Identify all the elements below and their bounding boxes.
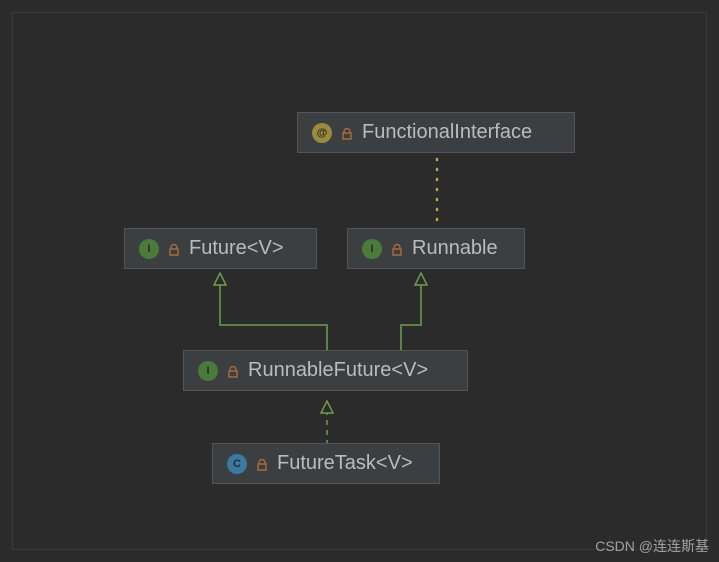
node-functional-interface[interactable]: @ FunctionalInterface [297,112,575,153]
edge-extends-runnable [401,285,421,355]
edge-extends-future [220,285,327,355]
class-icon: C [227,454,247,474]
diagram-canvas: @ FunctionalInterface I Future<V> I Runn… [12,12,707,550]
node-label: FunctionalInterface [362,121,532,144]
lock-icon [255,457,269,471]
node-label: RunnableFuture<V> [248,359,428,382]
node-label: Runnable [412,237,498,260]
node-future-task[interactable]: C FutureTask<V> [212,443,440,484]
interface-icon: I [198,361,218,381]
lock-icon [226,364,240,378]
interface-icon: I [139,239,159,259]
watermark: CSDN @连连斯基 [595,536,709,556]
node-label: FutureTask<V> [277,452,413,475]
node-runnable[interactable]: I Runnable [347,228,525,269]
annotation-icon: @ [312,123,332,143]
node-label: Future<V> [189,237,284,260]
interface-icon: I [362,239,382,259]
lock-icon [390,242,404,256]
node-future[interactable]: I Future<V> [124,228,317,269]
lock-icon [340,126,354,140]
lock-icon [167,242,181,256]
node-runnable-future[interactable]: I RunnableFuture<V> [183,350,468,391]
